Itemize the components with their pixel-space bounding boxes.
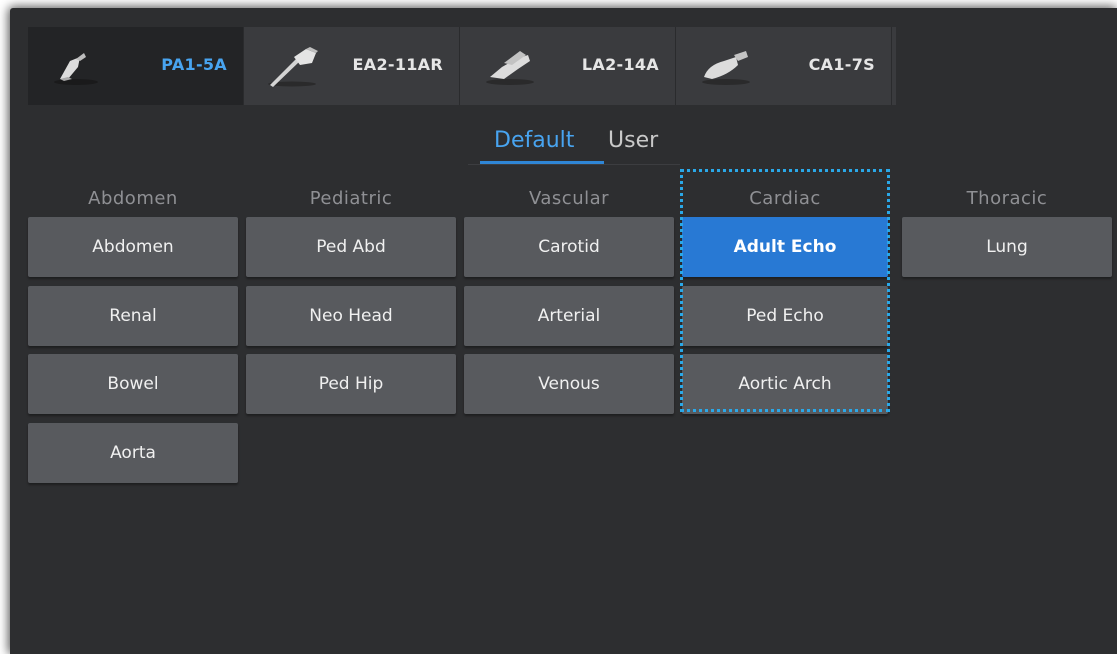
active-tab-underline	[480, 161, 604, 164]
probe-name: PA1-5A	[161, 55, 227, 74]
category-title-thoracic: Thoracic	[966, 188, 1048, 209]
probe-tab-pa1-5a[interactable]: PA1-5A	[28, 27, 244, 105]
tab-user[interactable]: User	[608, 126, 658, 162]
convex-probe-icon	[702, 51, 750, 85]
probe-tab-bar: PA1-5A EA2-11AR LA2-14A CA1-7S	[28, 27, 896, 105]
probe-name: EA2-11AR	[352, 55, 443, 74]
probe-tab-ca1-7s[interactable]: CA1-7S	[676, 27, 892, 105]
exam-button-ped-hip[interactable]: Ped Hip	[246, 354, 456, 414]
exam-button-carotid[interactable]: Carotid	[464, 217, 674, 277]
category-title-cardiac: Cardiac	[749, 188, 821, 209]
probe-name: LA2-14A	[581, 55, 659, 74]
probe-tab-la2-14a[interactable]: LA2-14A	[460, 27, 676, 105]
exam-button-aortic-arch[interactable]: Aortic Arch	[682, 354, 888, 414]
tab-default-label: Default	[494, 128, 575, 153]
tab-user-label: User	[608, 128, 659, 153]
preset-source-toggle: Default User	[468, 126, 680, 165]
category-title-pediatric: Pediatric	[309, 188, 393, 209]
phased-array-probe-icon	[54, 53, 98, 85]
exam-button-arterial[interactable]: Arterial	[464, 286, 674, 346]
exam-selection-panel: PA1-5A EA2-11AR LA2-14A CA1-7S Default U…	[10, 8, 1117, 654]
probe-name: CA1-7S	[808, 55, 875, 74]
exam-button-ped-abd[interactable]: Ped Abd	[246, 217, 456, 277]
exam-button-ped-echo[interactable]: Ped Echo	[682, 286, 888, 346]
exam-button-lung[interactable]: Lung	[902, 217, 1112, 277]
category-title-vascular: Vascular	[528, 188, 610, 209]
exam-button-neo-head[interactable]: Neo Head	[246, 286, 456, 346]
exam-button-abdomen[interactable]: Abdomen	[28, 217, 238, 277]
exam-button-adult-echo[interactable]: Adult Echo	[682, 217, 888, 277]
exam-button-bowel[interactable]: Bowel	[28, 354, 238, 414]
exam-button-renal[interactable]: Renal	[28, 286, 238, 346]
exam-button-venous[interactable]: Venous	[464, 354, 674, 414]
category-title-abdomen: Abdomen	[88, 188, 178, 209]
probe-tab-ea2-11ar[interactable]: EA2-11AR	[244, 27, 460, 105]
tab-default[interactable]: Default	[480, 126, 604, 164]
endocavity-probe-icon	[268, 47, 318, 87]
linear-probe-icon	[486, 51, 534, 85]
exam-button-aorta[interactable]: Aorta	[28, 423, 238, 483]
